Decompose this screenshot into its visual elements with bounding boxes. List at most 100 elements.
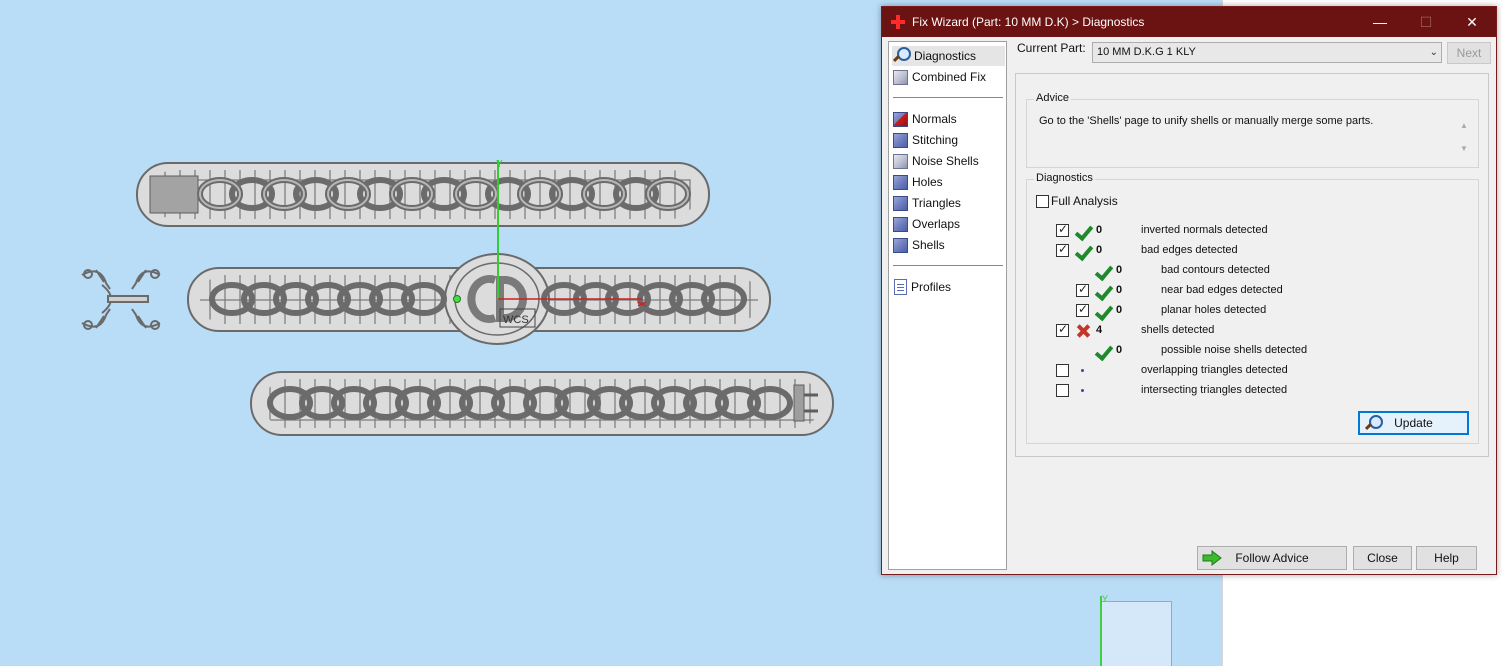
- check-icon: [1095, 262, 1113, 280]
- nav-item-label: Shells: [912, 238, 945, 252]
- nav-item-shells[interactable]: Shells: [892, 235, 1005, 255]
- current-part-select[interactable]: 10 MM D.K.G 1 KLY ⌄: [1092, 42, 1442, 63]
- planar-holes-label: planar holes detected: [1161, 304, 1267, 316]
- overlapping-triangles-label: overlapping triangles detected: [1141, 364, 1288, 376]
- near-bad-edges-count: 0: [1116, 284, 1123, 296]
- bad-edges-checkbox[interactable]: [1056, 242, 1069, 257]
- advice-scrollbar[interactable]: ▲ ▼: [1458, 114, 1470, 160]
- nav-item-overlaps[interactable]: Overlaps: [892, 214, 1005, 234]
- check-icon: [1095, 302, 1113, 320]
- nav-item-holes[interactable]: Holes: [892, 172, 1005, 192]
- nav-item-label: Noise Shells: [912, 154, 979, 168]
- nav-item-label: Combined Fix: [912, 70, 987, 84]
- nav-item-stitching[interactable]: Stitching: [892, 130, 1005, 150]
- nav-item-combined-fix[interactable]: Combined Fix: [892, 67, 1005, 87]
- nav-item-label: Normals: [912, 112, 957, 126]
- mini-y-axis: [1100, 596, 1102, 666]
- chain-part-middle[interactable]: [187, 253, 771, 345]
- scroll-down-icon[interactable]: ▼: [1458, 137, 1470, 160]
- update-button-label: Update: [1394, 416, 1433, 430]
- mini-axis-label: Y: [1102, 594, 1109, 604]
- help-button[interactable]: Help: [1416, 546, 1477, 570]
- wizard-nav: Diagnostics Combined Fix Normals Stitchi…: [888, 41, 1007, 570]
- fix-wizard-dialog[interactable]: Fix Wizard (Part: 10 MM D.K) > Diagnosti…: [881, 6, 1497, 575]
- dialog-titlebar[interactable]: Fix Wizard (Part: 10 MM D.K) > Diagnosti…: [882, 7, 1496, 37]
- full-analysis-label: Full Analysis: [1051, 194, 1118, 208]
- intersecting-triangles-checkbox[interactable]: [1056, 384, 1069, 397]
- error-x-icon: [1075, 322, 1093, 340]
- nav-item-noise-shells[interactable]: Noise Shells: [892, 151, 1005, 171]
- nav-item-diagnostics[interactable]: Diagnostics: [892, 46, 1005, 66]
- nav-item-label: Diagnostics: [914, 49, 977, 63]
- nav-item-label: Overlaps: [912, 217, 961, 231]
- near-bad-edges-checkbox[interactable]: [1076, 282, 1089, 297]
- near-bad-edges-label: near bad edges detected: [1161, 284, 1283, 296]
- inverted-normals-count: 0: [1096, 224, 1103, 236]
- planar-holes-checkbox[interactable]: [1076, 302, 1089, 317]
- bad-edges-count: 0: [1096, 244, 1103, 256]
- current-part-value: 10 MM D.K.G 1 KLY: [1097, 46, 1196, 58]
- clasp-parts[interactable]: [81, 269, 161, 330]
- wcs-label: WCS: [503, 314, 529, 326]
- check-icon: [1095, 282, 1113, 300]
- magnifier-icon: [1364, 415, 1383, 433]
- overlapping-triangles-checkbox[interactable]: [1056, 364, 1069, 377]
- nav-item-label: Holes: [912, 175, 943, 189]
- diagnostics-group: Diagnostics Full Analysis 0 inverted nor…: [1026, 172, 1479, 444]
- update-button[interactable]: Update: [1358, 411, 1469, 435]
- diagnostics-panel: Advice Go to the 'Shells' page to unify …: [1015, 73, 1489, 457]
- nav-item-label: Profiles: [911, 280, 952, 294]
- nav-separator: [893, 97, 1003, 98]
- follow-advice-label: Follow Advice: [1235, 551, 1309, 565]
- document-icon: [894, 279, 907, 295]
- advice-title: Advice: [1034, 92, 1072, 104]
- bad-contours-label: bad contours detected: [1161, 264, 1270, 276]
- triangles-cube-icon: [893, 195, 908, 211]
- check-icon: [1075, 242, 1093, 260]
- noise-shells-icon: [893, 153, 908, 169]
- normals-cube-icon: [893, 111, 908, 127]
- nav-item-normals[interactable]: Normals: [892, 109, 1005, 129]
- green-arrow-icon: [1202, 550, 1222, 566]
- axis-y-label: Y: [496, 159, 503, 170]
- noise-shells-count: 0: [1116, 344, 1123, 356]
- chain-part-bottom[interactable]: [250, 371, 834, 436]
- shells-checkbox[interactable]: [1056, 322, 1069, 337]
- magnifier-icon: [892, 47, 911, 65]
- pending-dot-icon: [1075, 382, 1093, 400]
- check-icon: [1075, 222, 1093, 240]
- advice-group: Advice Go to the 'Shells' page to unify …: [1026, 92, 1479, 168]
- advice-text: Go to the 'Shells' page to unify shells …: [1039, 115, 1374, 127]
- overlaps-cube-icon: [893, 216, 908, 232]
- maximize-button[interactable]: ☐: [1403, 7, 1449, 37]
- minimize-button[interactable]: —: [1357, 7, 1403, 37]
- full-analysis-checkbox[interactable]: [1036, 195, 1049, 208]
- shells-label: shells detected: [1141, 324, 1215, 336]
- noise-shells-label: possible noise shells detected: [1161, 344, 1308, 356]
- shells-count: 4: [1096, 324, 1103, 336]
- holes-cube-icon: [893, 174, 908, 190]
- nav-item-profiles[interactable]: Profiles: [892, 277, 1005, 297]
- current-part-label: Current Part:: [1017, 41, 1086, 55]
- window-close-button[interactable]: ✕: [1449, 7, 1495, 37]
- nav-item-triangles[interactable]: Triangles: [892, 193, 1005, 213]
- follow-advice-button[interactable]: Follow Advice: [1197, 546, 1347, 570]
- bad-edges-label: bad edges detected: [1141, 244, 1238, 256]
- inverted-normals-checkbox[interactable]: [1056, 222, 1069, 237]
- diagnostics-title: Diagnostics: [1034, 172, 1095, 184]
- bad-contours-count: 0: [1116, 264, 1123, 276]
- chain-part-top[interactable]: [136, 162, 710, 227]
- cube-icon: [893, 69, 908, 85]
- nav-item-label: Stitching: [912, 133, 959, 147]
- shells-cube-icon: [893, 237, 908, 253]
- nav-item-label: Triangles: [912, 196, 961, 210]
- inverted-normals-label: inverted normals detected: [1141, 224, 1268, 236]
- fix-wizard-icon: [891, 15, 905, 29]
- dialog-title: Fix Wizard (Part: 10 MM D.K) > Diagnosti…: [912, 15, 1145, 29]
- close-button[interactable]: Close: [1353, 546, 1412, 570]
- chevron-down-icon: ⌄: [1429, 47, 1438, 58]
- scroll-up-icon[interactable]: ▲: [1458, 114, 1470, 137]
- next-button[interactable]: Next: [1447, 42, 1491, 64]
- check-icon: [1095, 342, 1113, 360]
- nav-separator: [893, 265, 1003, 266]
